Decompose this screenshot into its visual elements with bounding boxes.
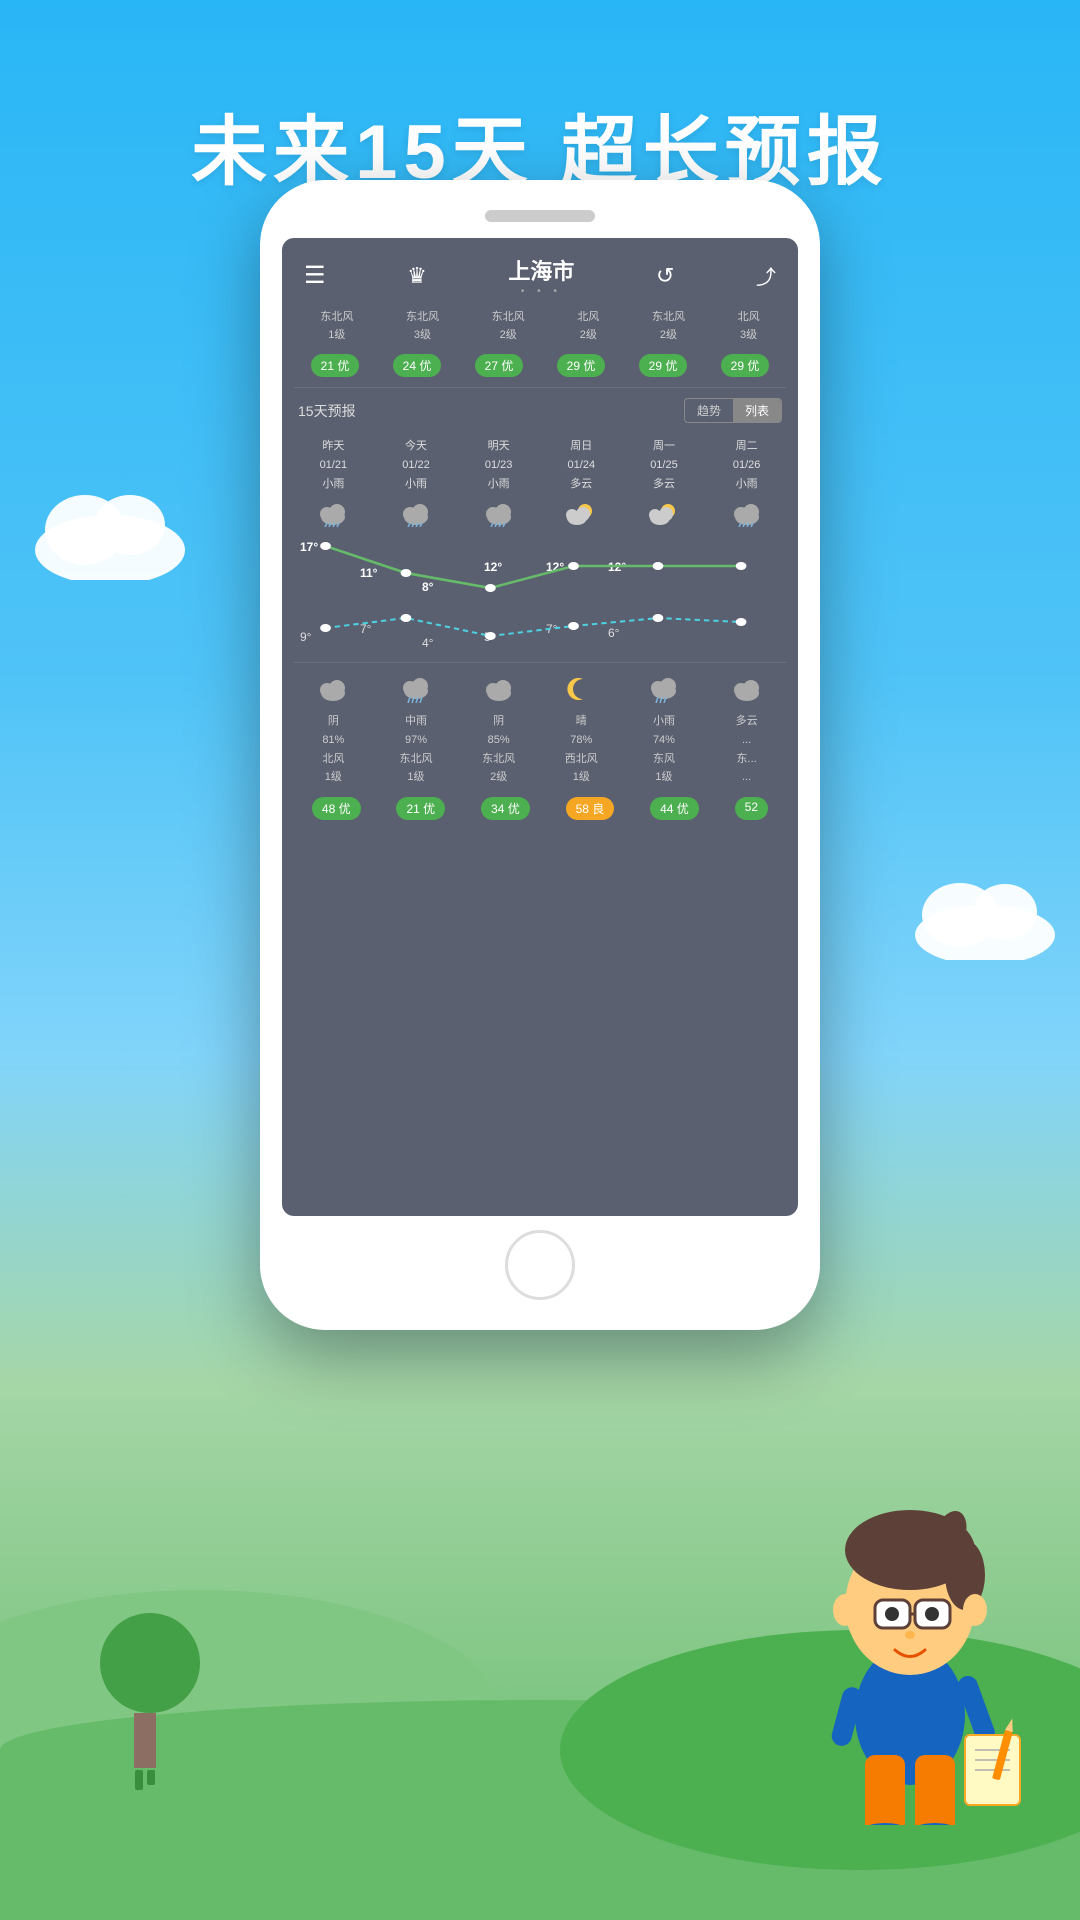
aqi-bottom-5: 52 <box>735 797 768 820</box>
city-dots: • • • <box>508 286 574 297</box>
phone-mockup: ☰ ♛ 上海市 • • • ↺ ⤴ 东北风1级 东北风3级 东北风2级 北风2级… <box>260 180 820 1330</box>
cloud-right <box>910 870 1060 965</box>
aqi-badge-2: 27 优 <box>475 354 524 377</box>
bottom-weather-detail: 阴81%北风1级 中雨97%东北风1级 阴85%东北风2级 晴78%西北风1级 … <box>282 710 798 789</box>
cloud-left <box>30 480 190 585</box>
wind-col-1: 东北风3级 <box>406 309 439 344</box>
aqi-badge-3: 29 优 <box>557 354 606 377</box>
date-col-0: 昨天01/21小雨 <box>299 437 368 493</box>
date-col-5: 周二01/26小雨 <box>712 437 781 493</box>
trend-btn[interactable]: 趋势 <box>685 399 733 422</box>
wind-row: 东北风1级 东北风3级 东北风2级 北风2级 东北风2级 北风3级 <box>282 305 798 348</box>
tree <box>90 1613 200 1790</box>
aqi-row-top: 21 优 24 优 27 优 29 优 29 优 29 优 <box>282 348 798 387</box>
night-icon-5 <box>712 675 781 708</box>
bottom-col-0: 阴81%北风1级 <box>299 712 368 787</box>
page-title: 未来15天 超长预报 <box>0 0 1080 200</box>
date-col-4: 周一01/25多云 <box>629 437 698 493</box>
bottom-col-1: 中雨97%东北风1级 <box>381 712 450 787</box>
wind-col-3: 北风2级 <box>577 309 599 344</box>
wind-col-0: 东北风1级 <box>320 309 353 344</box>
temp-chart: 17° 11° 8° 12° 12° 12° 9° 7° 4° 5° 7° 6° <box>292 538 788 658</box>
wind-col-2: 东北风2级 <box>492 309 525 344</box>
aqi-badge-0: 21 优 <box>311 354 360 377</box>
wind-col-4: 东北风2级 <box>652 309 685 344</box>
city-name: 上海市 <box>508 254 574 286</box>
weather-icon-0 <box>299 499 368 534</box>
night-icon-1 <box>381 675 450 708</box>
night-icon-2 <box>464 675 533 708</box>
character <box>790 1445 1030 1830</box>
night-icon-0 <box>299 675 368 708</box>
aqi-row-bottom: 48 优 21 优 34 优 58 良 44 优 52 <box>282 789 798 834</box>
phone-screen: ☰ ♛ 上海市 • • • ↺ ⤴ 东北风1级 东北风3级 东北风2级 北风2级… <box>282 238 798 1216</box>
bottom-col-5: 多云...东...... <box>712 712 781 787</box>
crown-icon[interactable]: ♛ <box>407 263 427 289</box>
aqi-bottom-1: 21 优 <box>396 797 445 820</box>
forecast-header: 15天预报 趋势 列表 <box>282 388 798 433</box>
bottom-col-2: 阴85%东北风2级 <box>464 712 533 787</box>
night-icon-3 <box>547 675 616 708</box>
night-icon-4 <box>629 675 698 708</box>
list-btn[interactable]: 列表 <box>733 399 781 422</box>
aqi-badge-5: 29 优 <box>721 354 770 377</box>
menu-icon[interactable]: ☰ <box>304 261 326 290</box>
weather-icon-3 <box>547 499 616 534</box>
weather-icon-1 <box>381 499 450 534</box>
share-icon[interactable]: ⤴ <box>756 261 776 290</box>
date-col-2: 明天01/23小雨 <box>464 437 533 493</box>
weather-icon-5 <box>712 499 781 534</box>
phone-speaker <box>485 210 595 222</box>
bottom-col-4: 小雨74%东风1级 <box>629 712 698 787</box>
view-toggle: 趋势 列表 <box>684 398 782 423</box>
aqi-bottom-4: 44 优 <box>650 797 699 820</box>
bottom-col-3: 晴78%西北风1级 <box>547 712 616 787</box>
top-bar: ☰ ♛ 上海市 • • • ↺ ⤴ <box>282 238 798 305</box>
aqi-bottom-3: 58 良 <box>566 797 615 820</box>
wind-col-5: 北风3级 <box>738 309 760 344</box>
aqi-badge-4: 29 优 <box>639 354 688 377</box>
aqi-badge-1: 24 优 <box>393 354 442 377</box>
phone-home-button[interactable] <box>505 1230 575 1300</box>
aqi-bottom-2: 34 优 <box>481 797 530 820</box>
weather-icons-night <box>282 667 798 710</box>
weather-icons-day <box>282 495 798 538</box>
refresh-icon[interactable]: ↺ <box>656 263 674 289</box>
date-row: 昨天01/21小雨 今天01/22小雨 明天01/23小雨 周日01/24多云 … <box>282 433 798 495</box>
divider-2 <box>294 662 786 663</box>
date-col-3: 周日01/24多云 <box>547 437 616 493</box>
forecast-title: 15天预报 <box>298 401 356 421</box>
weather-icon-4 <box>629 499 698 534</box>
date-col-1: 今天01/22小雨 <box>381 437 450 493</box>
aqi-bottom-0: 48 优 <box>312 797 361 820</box>
weather-icon-2 <box>464 499 533 534</box>
